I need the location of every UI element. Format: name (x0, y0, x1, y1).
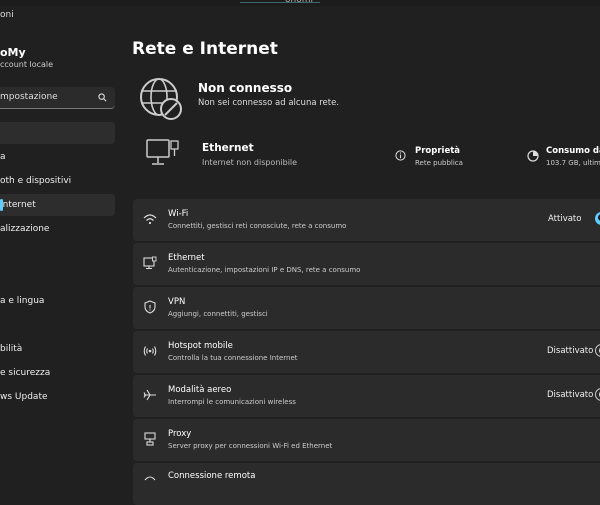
setting-subtitle: Autenticazione, impostazioni IP e DNS, r… (168, 266, 361, 274)
connection-status-title: Non connesso (198, 81, 293, 95)
globe-disconnected-icon (140, 78, 182, 120)
properties-subtitle: Rete pubblica (415, 159, 463, 167)
dialup-icon (144, 476, 156, 481)
search-icon[interactable] (98, 93, 107, 102)
airplane-icon (143, 389, 156, 401)
background-window-text: onomi (285, 0, 313, 5)
search-placeholder: mpostazione (0, 92, 58, 102)
data-usage-link[interactable]: Consumo dati (546, 146, 600, 156)
ethernet-computer-icon (146, 139, 179, 165)
sidebar-item-personalization[interactable]: alizzazione (0, 218, 115, 240)
setting-title: Proxy (168, 429, 192, 439)
setting-state: Disattivato (547, 390, 594, 400)
setting-row-airplane[interactable]: Modalità aereo Interrompi le comunicazio… (133, 375, 600, 417)
setting-state: Disattivato (547, 346, 594, 356)
setting-title: Wi-Fi (168, 209, 189, 219)
setting-row-vpn[interactable]: VPN Aggiungi, connettiti, gestisci (133, 287, 600, 329)
sidebar-item-gaming[interactable] (0, 314, 115, 336)
sidebar-item-system[interactable] (0, 122, 115, 144)
proxy-icon (144, 432, 156, 446)
ethernet-summary-subtitle: Internet non disponibile (202, 158, 298, 167)
data-usage-icon[interactable] (527, 150, 539, 162)
sidebar-item-windows-update[interactable]: ws Update (0, 386, 115, 408)
setting-title: VPN (168, 297, 186, 307)
setting-row-dialup[interactable]: Connessione remota (133, 463, 600, 505)
setting-title: Hotspot mobile (168, 341, 233, 351)
hotspot-icon (143, 346, 157, 356)
sidebar-item-network[interactable]: Internet (0, 194, 115, 216)
wifi-icon (143, 214, 157, 225)
setting-row-hotspot[interactable]: Hotspot mobile Controlla la tua connessi… (133, 331, 600, 373)
setting-subtitle: Server proxy per connessioni Wi-Fi ed Et… (168, 442, 333, 450)
connection-status-subtitle: Non sei connesso ad alcuna rete. (198, 98, 340, 108)
properties-link[interactable]: Proprietà (415, 146, 460, 156)
sidebar-item-bluetooth[interactable]: oth e dispositivi (0, 170, 115, 192)
sidebar: oMy ccount locale mpostazione a oth e di… (0, 30, 124, 480)
setting-title: Ethernet (168, 253, 205, 263)
info-icon[interactable] (395, 150, 406, 161)
sidebar-item-accessibility[interactable]: bilità (0, 338, 115, 360)
setting-state: Attivato (548, 214, 582, 224)
sidebar-item-time-language[interactable]: a e lingua (0, 290, 115, 312)
setting-subtitle: Controlla la tua connessione Internet (168, 354, 298, 362)
sidebar-item-system-2[interactable]: a (0, 146, 115, 168)
app-title: oni (0, 10, 14, 20)
user-name: oMy (0, 46, 26, 59)
data-usage-subtitle: 103.7 GB, ultimi 3 (546, 159, 600, 167)
setting-row-proxy[interactable]: Proxy Server proxy per connessioni Wi-Fi… (133, 419, 600, 461)
setting-subtitle: Connettiti, gestisci reti conosciute, re… (168, 222, 347, 230)
sidebar-item-privacy-security[interactable]: e sicurezza (0, 362, 115, 384)
setting-title: Modalità aereo (168, 385, 232, 395)
top-window-strip: onomi (0, 0, 600, 6)
setting-subtitle: Interrompi le comunicazioni wireless (168, 398, 296, 406)
page-title: Rete e Internet (132, 39, 278, 59)
sidebar-item-accounts[interactable] (0, 266, 115, 288)
ethernet-summary-title: Ethernet (202, 142, 254, 154)
user-account-type: ccount locale (0, 60, 54, 69)
search-input[interactable]: mpostazione (0, 87, 115, 109)
ethernet-icon (143, 256, 157, 270)
setting-row-ethernet[interactable]: Ethernet Autenticazione, impostazioni IP… (133, 243, 600, 285)
setting-row-wifi[interactable]: Wi-Fi Connettiti, gestisci reti conosciu… (133, 199, 600, 241)
setting-subtitle: Aggiungi, connettiti, gestisci (168, 310, 268, 318)
vpn-shield-icon (144, 300, 156, 314)
